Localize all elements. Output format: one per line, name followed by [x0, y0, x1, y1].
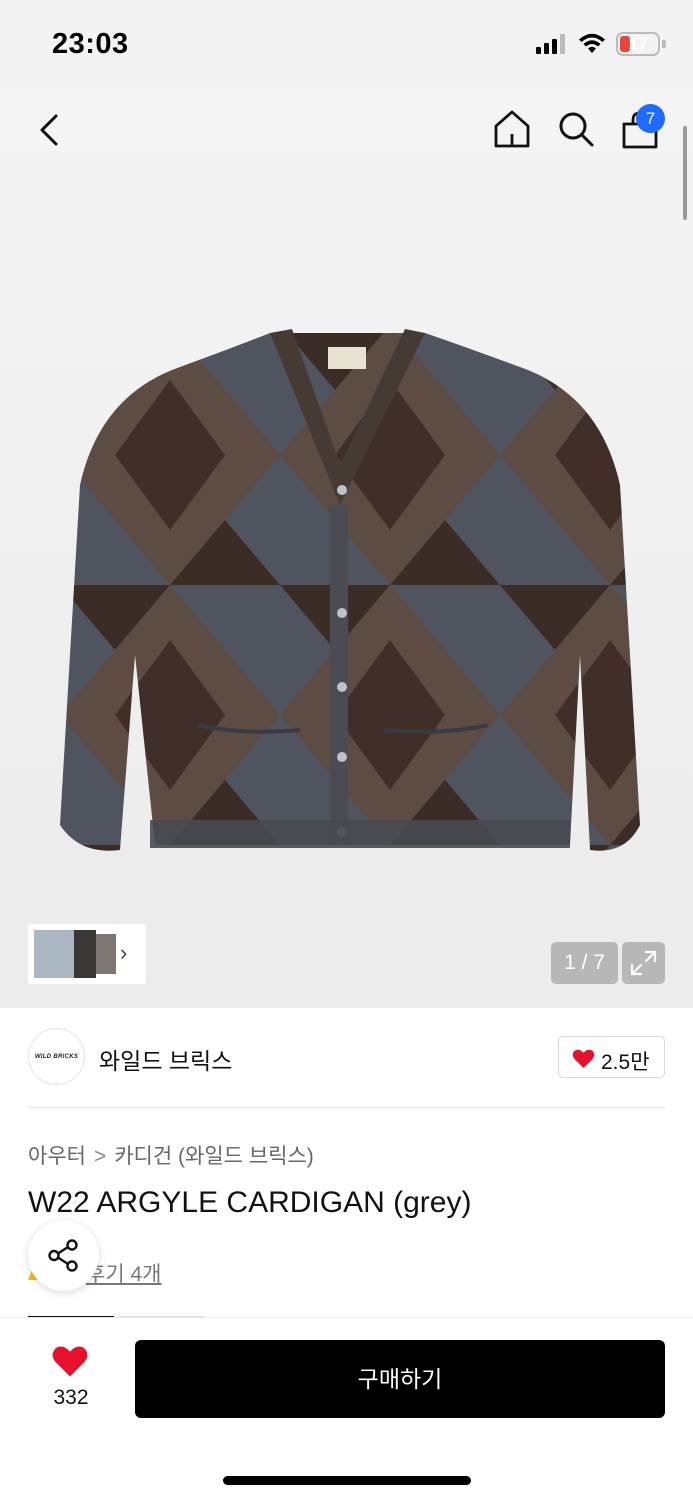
brand-name[interactable]: 와일드 브릭스: [99, 1042, 232, 1076]
brand-logo[interactable]: WILD BRICKS: [28, 1028, 85, 1085]
heart-icon: [52, 1346, 88, 1377]
thumbnail-strip[interactable]: ›: [28, 924, 146, 984]
battery-level: 17: [628, 34, 648, 53]
breadcrumb: 아우터 > 카디건 (와일드 브릭스): [28, 1140, 314, 1170]
home-indicator[interactable]: [223, 1476, 471, 1485]
status-bar: 23:03 17: [0, 0, 693, 90]
breadcrumb-item[interactable]: 카디건 (와일드 브릭스): [114, 1145, 314, 1168]
product-title: W22 ARGYLE CARDIGAN (grey): [28, 1186, 472, 1219]
battery-icon: 17: [616, 32, 660, 56]
image-counter: 1 / 7: [551, 942, 618, 984]
wishlist-button[interactable]: 332: [38, 1344, 104, 1414]
home-icon[interactable]: [492, 108, 532, 150]
product-image: [60, 329, 640, 851]
wishlist-count: 332: [53, 1386, 89, 1409]
buy-button[interactable]: 구매하기: [135, 1340, 665, 1418]
product-gallery[interactable]: 7 › 1 / 7: [0, 90, 693, 1008]
breadcrumb-separator: >: [93, 1145, 107, 1168]
back-icon[interactable]: [32, 110, 68, 150]
thumbnail-image[interactable]: [74, 930, 96, 978]
cart-count-badge: 7: [636, 104, 665, 133]
brand-like-count: 2.5만: [601, 1051, 650, 1074]
search-icon[interactable]: [556, 108, 596, 150]
cellular-signal-icon: [536, 34, 565, 54]
brand-row[interactable]: WILD BRICKS 와일드 브릭스 2.5만: [0, 1008, 693, 1108]
bottom-action-bar: 332 구매하기: [0, 1318, 693, 1500]
chevron-right-icon: ›: [120, 940, 128, 965]
share-button[interactable]: [28, 1220, 99, 1291]
thumbnail-image[interactable]: [96, 934, 116, 974]
brand-like-button[interactable]: 2.5만: [558, 1036, 665, 1078]
expand-icon[interactable]: [622, 942, 665, 984]
status-time: 23:03: [52, 28, 129, 60]
thumbnail-image[interactable]: [34, 930, 76, 978]
share-icon: [48, 1239, 78, 1272]
heart-icon: [572, 1049, 595, 1069]
battery-cap: [662, 40, 666, 48]
divider: [28, 1107, 665, 1108]
scrollbar[interactable]: [683, 126, 687, 220]
wifi-icon: [579, 33, 605, 53]
breadcrumb-item[interactable]: 아우터: [28, 1145, 86, 1168]
